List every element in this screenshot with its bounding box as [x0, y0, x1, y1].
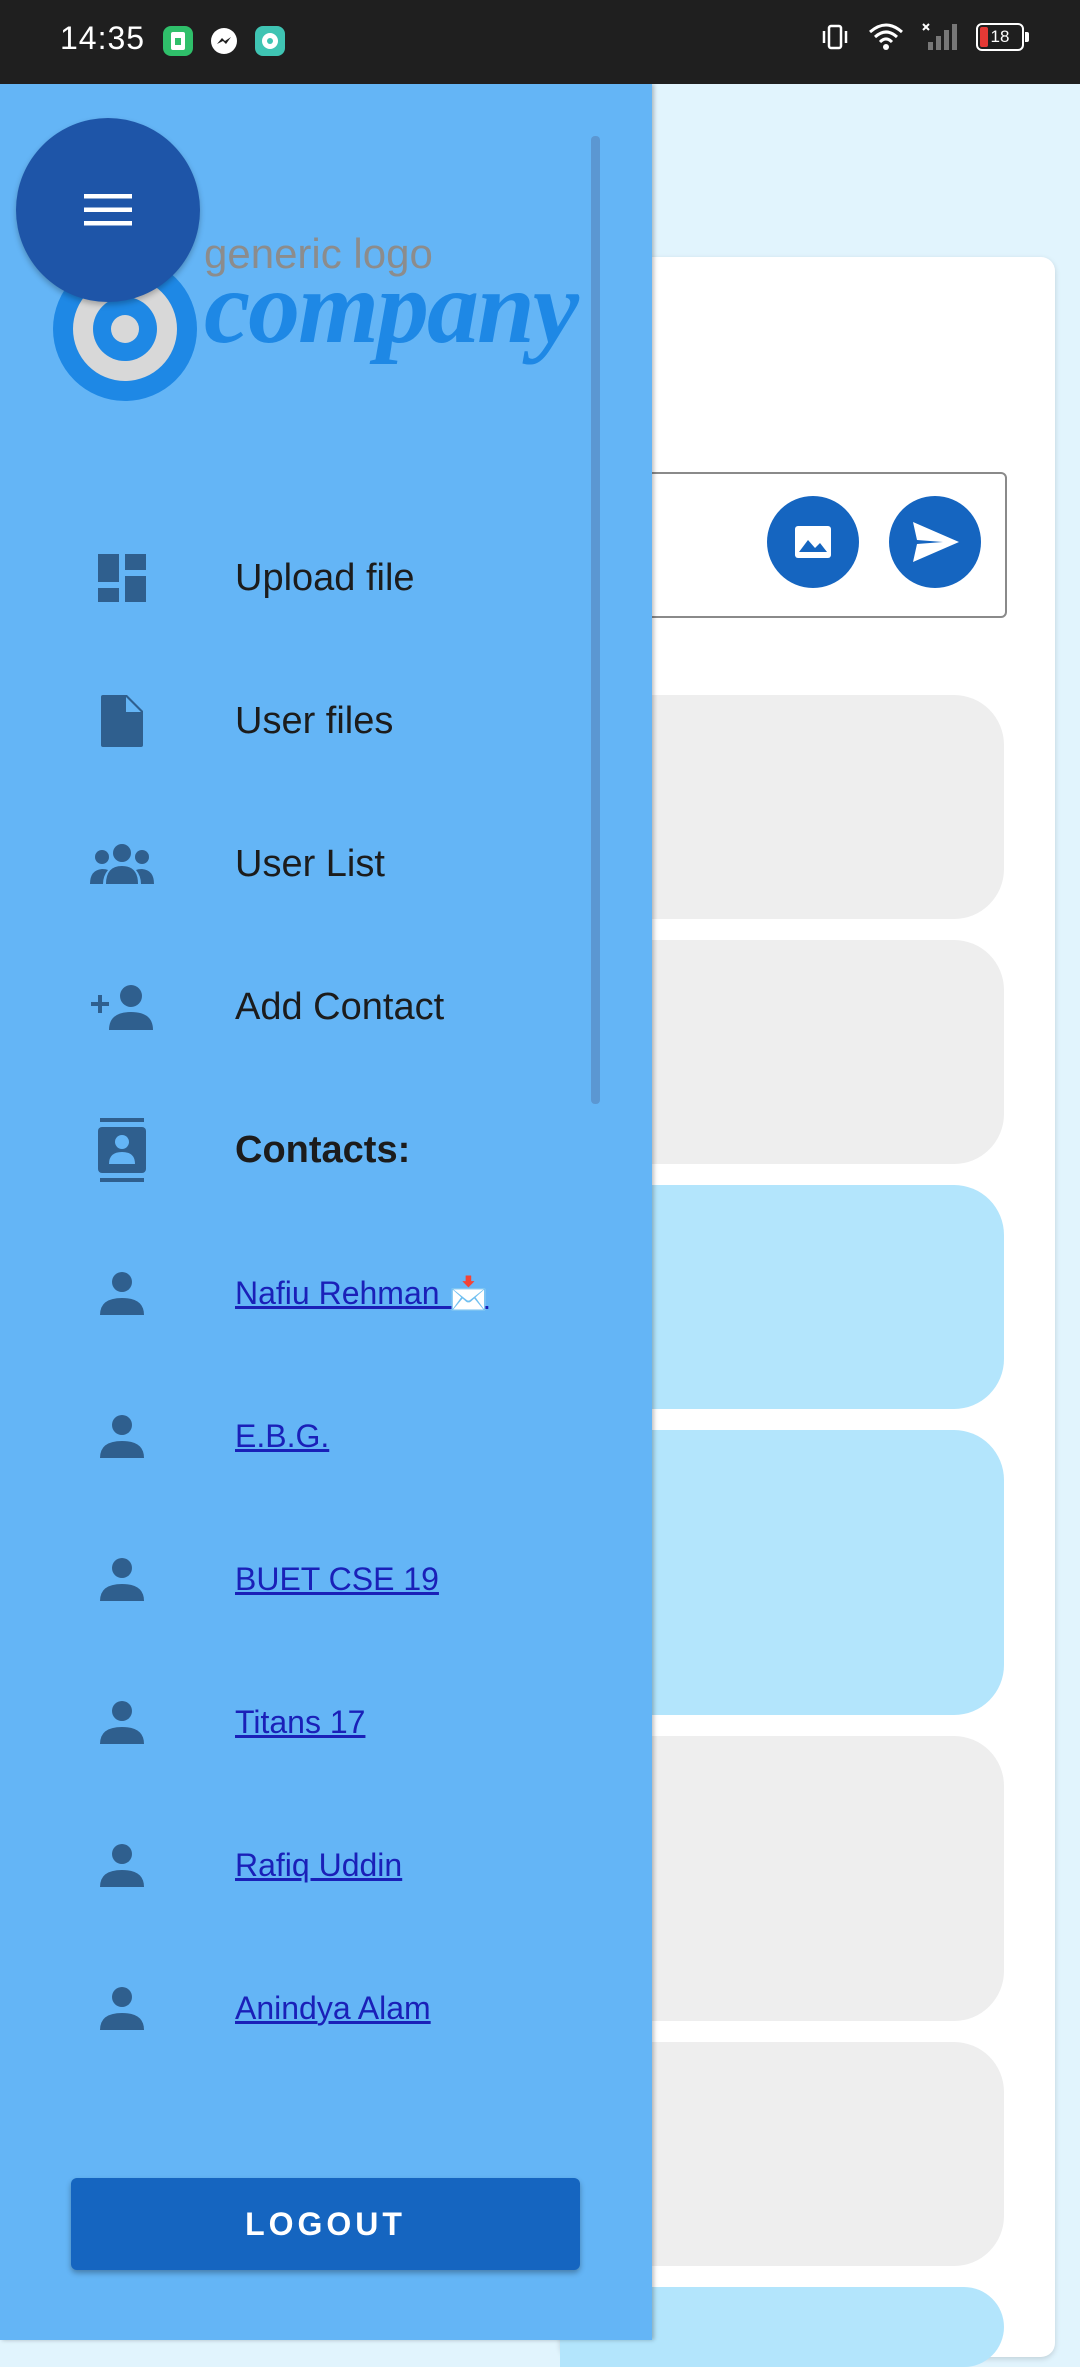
- status-bar: 14:35 18: [0, 0, 1080, 84]
- battery-level: 18: [990, 27, 1010, 46]
- contact-link[interactable]: E.B.G.: [235, 1418, 329, 1455]
- battery-icon: 18: [976, 23, 1029, 51]
- person-add-icon: [90, 975, 154, 1039]
- contact-link[interactable]: BUET CSE 19: [235, 1561, 439, 1598]
- menu-toggle-button[interactable]: [16, 118, 200, 302]
- send-button[interactable]: [889, 496, 981, 588]
- logout-button[interactable]: LOGOUT: [71, 2178, 580, 2270]
- attach-image-button[interactable]: [767, 496, 859, 588]
- menu-item-add-contact[interactable]: Add Contact: [0, 957, 600, 1057]
- menu-item-user-files[interactable]: User files: [0, 671, 600, 771]
- contacts-header: Contacts:: [0, 1100, 600, 1200]
- status-notification-icons: [163, 26, 285, 56]
- hamburger-menu-icon: [84, 194, 132, 226]
- status-time: 14:35: [60, 20, 146, 56]
- contacts-icon: [90, 1118, 154, 1182]
- wifi-icon: [869, 23, 903, 50]
- contact-item[interactable]: Titans 17: [0, 1672, 600, 1772]
- person-icon: [90, 1547, 154, 1611]
- image-icon: [795, 526, 831, 558]
- menu-item-upload-file[interactable]: Upload file: [0, 528, 600, 628]
- vibrate-icon: [822, 24, 848, 50]
- person-icon: [90, 1261, 154, 1325]
- contact-item[interactable]: Nafiu Rehman 📩: [0, 1243, 600, 1343]
- person-icon: [90, 1833, 154, 1897]
- chat-app-icon: [255, 26, 285, 56]
- file-icon: [90, 689, 154, 753]
- navigation-drawer: generic logo company Upload file User fi…: [0, 84, 652, 2340]
- dashboard-icon: [90, 546, 154, 610]
- status-system-icons: 18: [820, 22, 1029, 52]
- menu-item-user-list[interactable]: User List: [0, 814, 600, 914]
- menu-label: Upload file: [235, 556, 415, 599]
- menu-label: Add Contact: [235, 985, 445, 1028]
- contact-link[interactable]: Nafiu Rehman 📩: [235, 1274, 488, 1312]
- contact-link[interactable]: Anindya Alam: [235, 1990, 431, 2027]
- contact-link[interactable]: Titans 17: [235, 1704, 365, 1741]
- send-icon: [913, 522, 959, 562]
- messenger-icon: [209, 26, 239, 56]
- contact-item[interactable]: Anindya Alam: [0, 1958, 600, 2058]
- no-signal-icon: [922, 23, 957, 50]
- group-icon: [90, 832, 154, 896]
- sim-app-icon: [163, 26, 193, 56]
- person-icon: [90, 1404, 154, 1468]
- contact-link[interactable]: Rafiq Uddin: [235, 1847, 402, 1884]
- person-icon: [90, 1976, 154, 2040]
- contacts-header-label: Contacts:: [235, 1128, 411, 1171]
- menu-label: User files: [235, 699, 394, 742]
- person-icon: [90, 1690, 154, 1754]
- contact-item[interactable]: Rafiq Uddin: [0, 1815, 600, 1915]
- contact-item[interactable]: BUET CSE 19: [0, 1529, 600, 1629]
- logo-wordmark: company: [204, 250, 579, 365]
- menu-label: User List: [235, 842, 385, 885]
- contact-item[interactable]: E.B.G.: [0, 1386, 600, 1486]
